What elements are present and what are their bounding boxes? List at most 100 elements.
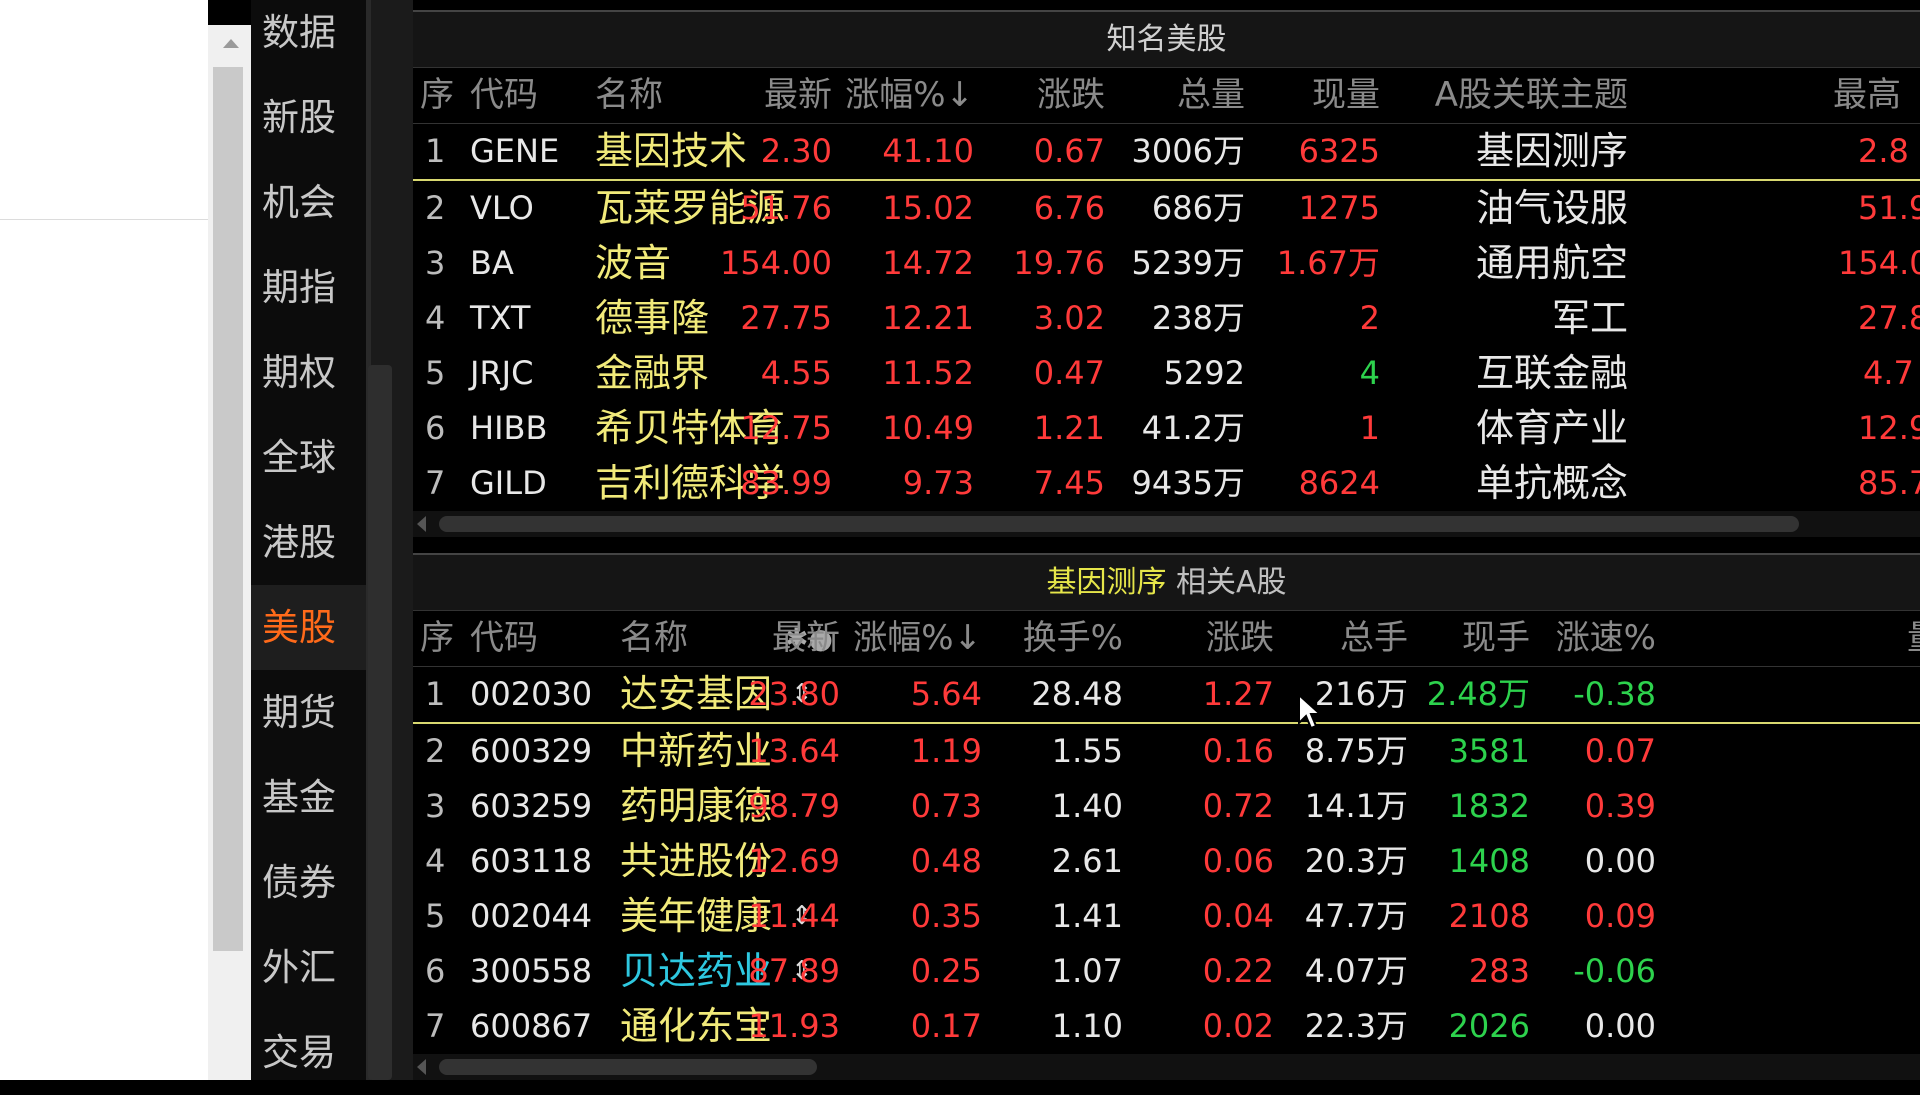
table-row[interactable]: 3 603259 药明康德 98.79 0.73 1.40 0.72 14.1万… [413, 779, 1920, 834]
scroll-up-arrow-icon[interactable] [223, 39, 239, 48]
us-table-body: 1 GENE 基因技术 2.30 41.10 0.67 3006万 6325 基… [413, 124, 1920, 511]
nav-item-new-stocks[interactable]: 新股 [251, 75, 366, 160]
scroll-left-arrow-icon[interactable] [417, 1059, 426, 1075]
row-total-hands: 8.75万 [1304, 732, 1408, 770]
nav-item-funds[interactable]: 基金 [251, 755, 366, 840]
table-row[interactable]: 4 TXT 德事隆 27.75 12.21 3.02 238万 2 军工 27.… [413, 291, 1920, 346]
row-code: 600867 [470, 1007, 593, 1045]
row-turnover: 1.55 [1051, 732, 1123, 770]
nav-item-forex[interactable]: 外汇 [251, 925, 366, 1010]
col-name[interactable]: 名称 [595, 68, 663, 123]
mouse-pointer-icon [1298, 693, 1323, 730]
table-row[interactable]: 3 BA 波音 154.00 14.72 19.76 5239万 1.67万 通… [413, 236, 1920, 291]
row-code: 002030 [470, 675, 593, 713]
row-volume: 238万 [1151, 299, 1245, 337]
row-seq: 6 [425, 409, 446, 447]
row-seq: 4 [425, 299, 446, 337]
table-row[interactable]: 6 HIBB 希贝特体育 12.75 10.49 1.21 41.2万 1 体育… [413, 401, 1920, 456]
nav-item-bonds[interactable]: 债券 [251, 840, 366, 925]
col-current-vol[interactable]: 现量 [1312, 68, 1380, 123]
a-panel-theme: 基因测序 [1046, 565, 1167, 600]
row-seq: 4 [425, 842, 446, 880]
col-total-hands[interactable]: 总手 [1340, 611, 1408, 666]
us-panel-title: 知名美股 [413, 12, 1920, 68]
row-seq: 7 [425, 464, 446, 502]
col-high[interactable]: 最高 [1833, 68, 1901, 123]
a-scroll-thumb[interactable] [439, 1059, 817, 1075]
col-current-hands[interactable]: 现手 [1462, 611, 1530, 666]
row-latest: 4.55 [760, 354, 832, 392]
row-change: 6.76 [1033, 189, 1105, 227]
table-row[interactable]: 6 300558 贝达药业 ⇕ 87.89 0.25 1.07 0.22 4.0… [413, 944, 1920, 999]
scroll-thumb[interactable] [213, 67, 243, 951]
row-code: 603118 [470, 842, 593, 880]
table-row[interactable]: 5 JRJC 金融界 4.55 11.52 0.47 5292 4 互联金融 4… [413, 346, 1920, 401]
row-seq: 3 [425, 787, 446, 825]
col-latest[interactable]: 最新 [772, 611, 840, 666]
col-theme[interactable]: A股关联主题 [1435, 68, 1628, 123]
nav-item-trading[interactable]: 交易 [251, 1010, 366, 1095]
row-theme: 油气设服 [1475, 186, 1628, 230]
row-latest: 87.89 [748, 952, 840, 990]
col-turnover[interactable]: 换手% [1023, 611, 1123, 666]
col-change-pct[interactable]: 涨幅%↓ [845, 68, 974, 123]
table-row[interactable]: 5 002044 美年健康 ⇕ 11.44 0.35 1.41 0.04 47.… [413, 889, 1920, 944]
a-panel-title: 基因测序 相关A股 [413, 555, 1920, 611]
table-row[interactable]: 7 GILD 吉利德科学 83.99 9.73 7.45 9435万 8624 … [413, 456, 1920, 511]
row-latest: 11.44 [748, 897, 840, 935]
row-turnover: 2.61 [1051, 842, 1123, 880]
nav-item-opportunity[interactable]: 机会 [251, 160, 366, 245]
nav-item-index-futures[interactable]: 期指 [251, 245, 366, 330]
nav-item-data[interactable]: 数据 [251, 0, 366, 75]
splitter-scroll-thumb[interactable] [368, 365, 392, 1080]
row-seq: 1 [425, 132, 446, 170]
table-row[interactable]: 2 600329 中新药业 13.64 1.19 1.55 0.16 8.75万… [413, 724, 1920, 779]
nav-item-global[interactable]: 全球 [251, 415, 366, 500]
row-theme: 军工 [1551, 296, 1628, 340]
row-change-pct: 12.21 [882, 299, 974, 337]
nav-item-futures[interactable]: 期货 [251, 670, 366, 755]
table-row[interactable]: 1 002030 达安基因 ⇕ 23.80 5.64 28.48 1.27 21… [413, 667, 1920, 724]
row-code: 603259 [470, 787, 593, 825]
col-change-pct[interactable]: 涨幅%↓ [853, 611, 982, 666]
col-volume-ratio[interactable]: 量 [1907, 611, 1920, 666]
row-seq: 2 [425, 189, 446, 227]
nav-item-options[interactable]: 期权 [251, 330, 366, 415]
row-code: GENE [470, 132, 560, 170]
scroll-left-arrow-icon[interactable] [417, 516, 426, 532]
row-volume: 686万 [1151, 189, 1245, 227]
col-code[interactable]: 代码 [470, 68, 538, 123]
col-latest[interactable]: 最新 [764, 68, 832, 123]
col-name[interactable]: 名称 [620, 611, 688, 666]
row-total-hands: 216万 [1314, 675, 1408, 713]
col-volume[interactable]: 总量 [1177, 68, 1245, 123]
col-change[interactable]: 涨跌 [1037, 68, 1105, 123]
col-speed[interactable]: 涨速% [1556, 611, 1656, 666]
table-row[interactable]: 2 VLO 瓦莱罗能源 51.76 15.02 6.76 686万 1275 油… [413, 181, 1920, 236]
us-scroll-thumb[interactable] [439, 516, 1799, 532]
col-seq[interactable]: 序 [420, 68, 454, 123]
panel-splitter[interactable] [366, 0, 413, 1080]
row-turnover: 1.07 [1051, 952, 1123, 990]
row-code: HIBB [470, 409, 548, 447]
table-row[interactable]: 1 GENE 基因技术 2.30 41.10 0.67 3006万 6325 基… [413, 124, 1920, 181]
table-row[interactable]: 4 603118 共进股份 12.69 0.48 2.61 0.06 20.3万… [413, 834, 1920, 889]
col-code[interactable]: 代码 [470, 611, 538, 666]
us-horizontal-scrollbar[interactable] [413, 511, 1920, 537]
table-row[interactable]: 7 600867 通化东宝 11.93 0.17 1.10 0.02 22.3万… [413, 999, 1920, 1054]
row-high: 154.0 [1838, 244, 1920, 282]
row-speed: -0.38 [1573, 675, 1656, 713]
col-seq[interactable]: 序 [420, 611, 454, 666]
row-seq: 2 [425, 732, 446, 770]
row-change-pct: 11.52 [882, 354, 974, 392]
col-change[interactable]: 涨跌 [1206, 611, 1274, 666]
row-change: 1.21 [1033, 409, 1105, 447]
vertical-scrollbar[interactable] [208, 25, 251, 1080]
row-theme: 基因测序 [1475, 129, 1628, 173]
row-speed: 0.39 [1584, 787, 1656, 825]
nav-item-hk-stocks[interactable]: 港股 [251, 500, 366, 585]
row-volume: 5239万 [1131, 244, 1245, 282]
row-code: 300558 [470, 952, 593, 990]
nav-item-us-stocks[interactable]: 美股 [251, 585, 366, 670]
a-horizontal-scrollbar[interactable] [413, 1054, 1920, 1080]
